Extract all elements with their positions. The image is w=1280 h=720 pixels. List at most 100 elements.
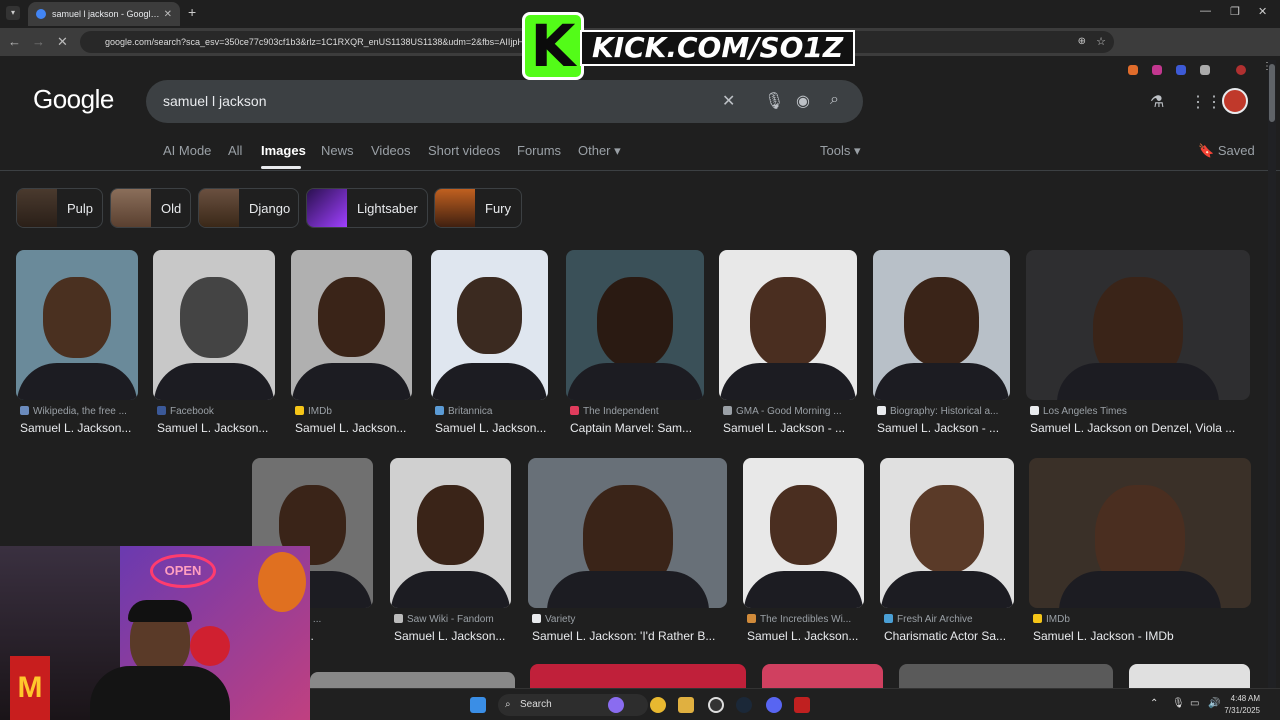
- steam-icon[interactable]: [736, 697, 752, 713]
- chip-fury[interactable]: Fury: [434, 188, 522, 228]
- image-result-card[interactable]: GMA - Good Morning ... Samuel L. Jackson …: [719, 250, 857, 440]
- result-source[interactable]: Los Angeles Times: [1030, 406, 1250, 417]
- image-result-card[interactable]: [1129, 664, 1250, 688]
- restore-icon[interactable]: ❐: [1230, 5, 1240, 18]
- file-explorer-icon[interactable]: [678, 697, 694, 713]
- result-source[interactable]: Fresh Air Archive: [884, 614, 1014, 625]
- result-source[interactable]: Saw Wiki - Fandom: [394, 614, 511, 625]
- result-title[interactable]: Samuel L. Jackson: 'I'd Rather B...: [532, 629, 727, 643]
- tab-forums[interactable]: Forums: [517, 143, 561, 158]
- search-icon[interactable]: ⌕: [830, 91, 839, 109]
- zoom-icon[interactable]: ⊕: [1078, 31, 1086, 53]
- scrollbar-thumb[interactable]: [1269, 64, 1275, 122]
- tray-chevron-icon[interactable]: ⌃: [1150, 698, 1158, 709]
- image-result-card[interactable]: The Independent Captain Marvel: Sam...: [566, 250, 704, 440]
- extension-icon[interactable]: [1128, 65, 1138, 75]
- result-title[interactable]: Samuel L. Jackson...: [747, 629, 864, 643]
- tab-images[interactable]: Images: [261, 143, 306, 158]
- image-result-card[interactable]: [310, 672, 515, 688]
- result-thumbnail[interactable]: [1029, 458, 1251, 608]
- image-result-card[interactable]: IMDb Samuel L. Jackson - IMDb: [1029, 458, 1251, 648]
- result-source[interactable]: The Incredibles Wi...: [747, 614, 864, 625]
- result-title[interactable]: Samuel L. Jackson on Denzel, Viola ...: [1030, 421, 1250, 435]
- result-title[interactable]: Captain Marvel: Sam...: [570, 421, 704, 435]
- app-icon[interactable]: [794, 697, 810, 713]
- image-result-card[interactable]: Variety Samuel L. Jackson: 'I'd Rather B.…: [528, 458, 727, 648]
- search-box[interactable]: samuel l jackson ✕ 🎙 ◉ ⌕: [146, 80, 863, 123]
- stop-loading-icon[interactable]: ✕: [57, 34, 68, 50]
- new-tab-icon[interactable]: +: [188, 4, 196, 20]
- result-source[interactable]: The Independent: [570, 406, 704, 417]
- result-thumbnail[interactable]: [390, 458, 511, 608]
- chip-old[interactable]: Old: [110, 188, 191, 228]
- start-menu-icon[interactable]: [470, 697, 486, 713]
- result-source[interactable]: Britannica: [435, 406, 548, 417]
- image-result-card[interactable]: [530, 664, 746, 688]
- voice-search-icon[interactable]: 🎙: [764, 91, 784, 111]
- chip-django[interactable]: Django: [198, 188, 299, 228]
- mic-tray-icon[interactable]: 🎙: [1172, 698, 1185, 709]
- saved-button[interactable]: 🔖 Saved: [1198, 143, 1255, 159]
- bookmark-star-icon[interactable]: ☆: [1096, 31, 1106, 53]
- back-icon[interactable]: ←: [8, 34, 21, 49]
- result-title[interactable]: Samuel L. Jackson - ...: [877, 421, 1010, 435]
- result-title[interactable]: Samuel L. Jackson - IMDb: [1033, 629, 1251, 643]
- result-source[interactable]: Variety: [532, 614, 727, 625]
- tab-short-videos[interactable]: Short videos: [428, 143, 500, 158]
- extension-icon[interactable]: [1152, 65, 1162, 75]
- result-thumbnail[interactable]: [1026, 250, 1250, 400]
- browser-tab[interactable]: samuel l jackson - Google Search ✕: [28, 2, 180, 26]
- google-logo[interactable]: Google: [33, 84, 114, 115]
- tab-news[interactable]: News: [321, 143, 354, 158]
- image-result-card[interactable]: IMDb Samuel L. Jackson...: [291, 250, 412, 440]
- result-title[interactable]: Samuel L. Jackson...: [20, 421, 138, 435]
- taskbar-search[interactable]: ⌕ Search: [498, 694, 648, 716]
- account-avatar[interactable]: [1222, 88, 1248, 114]
- image-result-card[interactable]: Saw Wiki - Fandom Samuel L. Jackson...: [390, 458, 511, 648]
- chip-pulp[interactable]: Pulp: [16, 188, 103, 228]
- result-title[interactable]: Samuel L. Jackson...: [435, 421, 548, 435]
- profile-icon[interactable]: [1236, 65, 1246, 75]
- tab-ai-mode[interactable]: AI Mode: [163, 143, 211, 158]
- tools-button[interactable]: Tools ▾: [820, 143, 861, 159]
- result-source[interactable]: IMDb: [1033, 614, 1251, 625]
- tab-videos[interactable]: Videos: [371, 143, 411, 158]
- clear-search-icon[interactable]: ✕: [722, 91, 735, 111]
- image-result-card[interactable]: Wikipedia, the free ... Samuel L. Jackson…: [16, 250, 138, 440]
- taskbar-clock[interactable]: 4:48 AM 7/31/2025: [1224, 693, 1260, 717]
- search-input[interactable]: samuel l jackson: [163, 93, 267, 109]
- image-result-card[interactable]: Britannica Samuel L. Jackson...: [431, 250, 548, 440]
- chip-lightsaber[interactable]: Lightsaber: [306, 188, 428, 228]
- close-tab-icon[interactable]: ✕: [164, 9, 172, 20]
- forward-icon[interactable]: →: [32, 34, 45, 49]
- result-title[interactable]: Samuel L. Jackson - ...: [723, 421, 857, 435]
- result-thumbnail[interactable]: [719, 250, 857, 400]
- discord-icon[interactable]: [766, 697, 782, 713]
- result-source[interactable]: GMA - Good Morning ...: [723, 406, 857, 417]
- result-thumbnail[interactable]: [16, 250, 138, 400]
- image-result-card[interactable]: Biography: Historical a... Samuel L. Jack…: [873, 250, 1010, 440]
- result-thumbnail[interactable]: [153, 250, 275, 400]
- result-source[interactable]: Wikipedia, the free ...: [20, 406, 138, 417]
- result-thumbnail[interactable]: [880, 458, 1014, 608]
- result-source[interactable]: IMDb: [295, 406, 412, 417]
- extensions-puzzle-icon[interactable]: [1200, 65, 1210, 75]
- tab-other[interactable]: Other ▾: [578, 143, 621, 159]
- volume-tray-icon[interactable]: 🔊: [1208, 698, 1220, 709]
- result-title[interactable]: Samuel L. Jackson...: [157, 421, 275, 435]
- result-title[interactable]: Charismatic Actor Sa...: [884, 629, 1014, 643]
- minimize-icon[interactable]: —: [1200, 5, 1211, 17]
- chrome-icon[interactable]: [650, 697, 666, 713]
- apps-grid-icon[interactable]: ⋮⋮: [1190, 92, 1222, 112]
- result-title[interactable]: Samuel L. Jackson...: [295, 421, 412, 435]
- result-source[interactable]: Facebook: [157, 406, 275, 417]
- lens-search-icon[interactable]: ◉: [796, 91, 810, 111]
- image-result-card[interactable]: Fresh Air Archive Charismatic Actor Sa...: [880, 458, 1014, 648]
- result-title[interactable]: Samuel L. Jackson...: [394, 629, 511, 643]
- image-result-card[interactable]: Los Angeles Times Samuel L. Jackson on De…: [1026, 250, 1250, 440]
- image-result-card[interactable]: [899, 664, 1113, 688]
- network-tray-icon[interactable]: ▭: [1190, 698, 1199, 709]
- result-thumbnail[interactable]: [431, 250, 548, 400]
- tab-search-icon[interactable]: ▾: [6, 6, 20, 20]
- extension-icon[interactable]: [1176, 65, 1186, 75]
